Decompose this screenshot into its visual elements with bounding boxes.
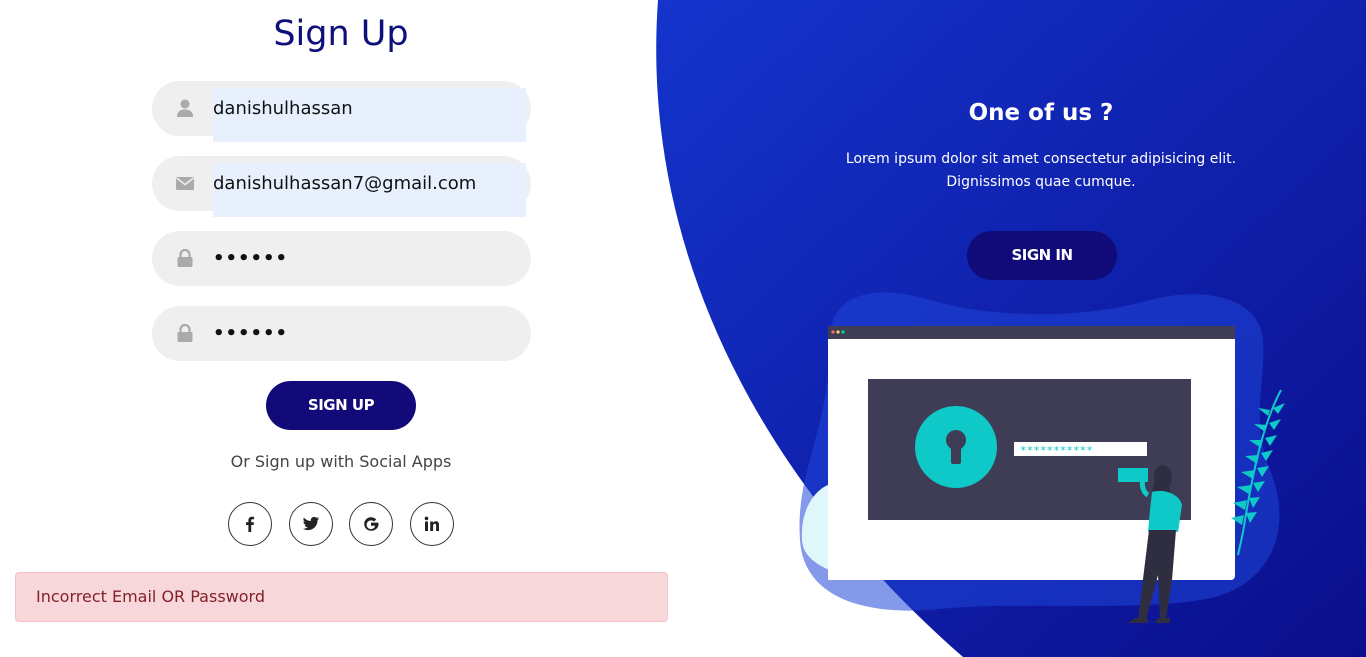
error-alert: Incorrect Email OR Password: [15, 572, 668, 622]
facebook-icon: [246, 516, 255, 532]
illustration-password-mask: ***********: [1020, 444, 1093, 457]
username-field[interactable]: danishulhassan: [152, 81, 531, 142]
panel-description: Lorem ipsum dolor sit amet consectetur a…: [816, 148, 1266, 194]
user-icon: [177, 99, 193, 117]
password-field[interactable]: ••••••: [152, 231, 531, 286]
sign-in-button[interactable]: SIGN IN: [967, 231, 1117, 280]
email-field[interactable]: danishulhassan7@gmail.com: [152, 156, 531, 217]
envelope-icon: [176, 177, 194, 190]
twitter-icon: [302, 516, 320, 531]
google-button[interactable]: [349, 502, 393, 546]
lock-icon: [177, 323, 193, 342]
window-dot: [836, 330, 840, 334]
lock-icon: [177, 248, 193, 267]
confirm-password-field[interactable]: ••••••: [152, 306, 531, 361]
sign-up-button[interactable]: SIGN UP: [266, 381, 416, 430]
username-value: danishulhassan: [213, 98, 353, 119]
signup-page: Sign Up danishulhassan danishulhassan7@g…: [0, 0, 1366, 657]
email-value: danishulhassan7@gmail.com: [213, 173, 477, 194]
login-illustration: ***********: [799, 292, 1285, 623]
window-dot: [831, 330, 835, 334]
window-dot: [841, 330, 845, 334]
twitter-button[interactable]: [289, 502, 333, 546]
social-signup-text: Or Sign up with Social Apps: [230, 452, 452, 471]
panel-description-line: Dignissimos quae cumque.: [946, 174, 1136, 190]
page-title: Sign Up: [273, 14, 409, 54]
panel-title: One of us ?: [968, 100, 1114, 126]
linkedin-button[interactable]: [410, 502, 454, 546]
panel-description-line: Lorem ipsum dolor sit amet consectetur a…: [845, 151, 1237, 167]
google-icon: [364, 517, 379, 531]
password-value: ••••••: [213, 248, 289, 269]
browser-titlebar: [828, 326, 1235, 339]
facebook-button[interactable]: [228, 502, 272, 546]
confirm-password-value: ••••••: [213, 323, 289, 344]
linkedin-icon: [424, 516, 439, 531]
